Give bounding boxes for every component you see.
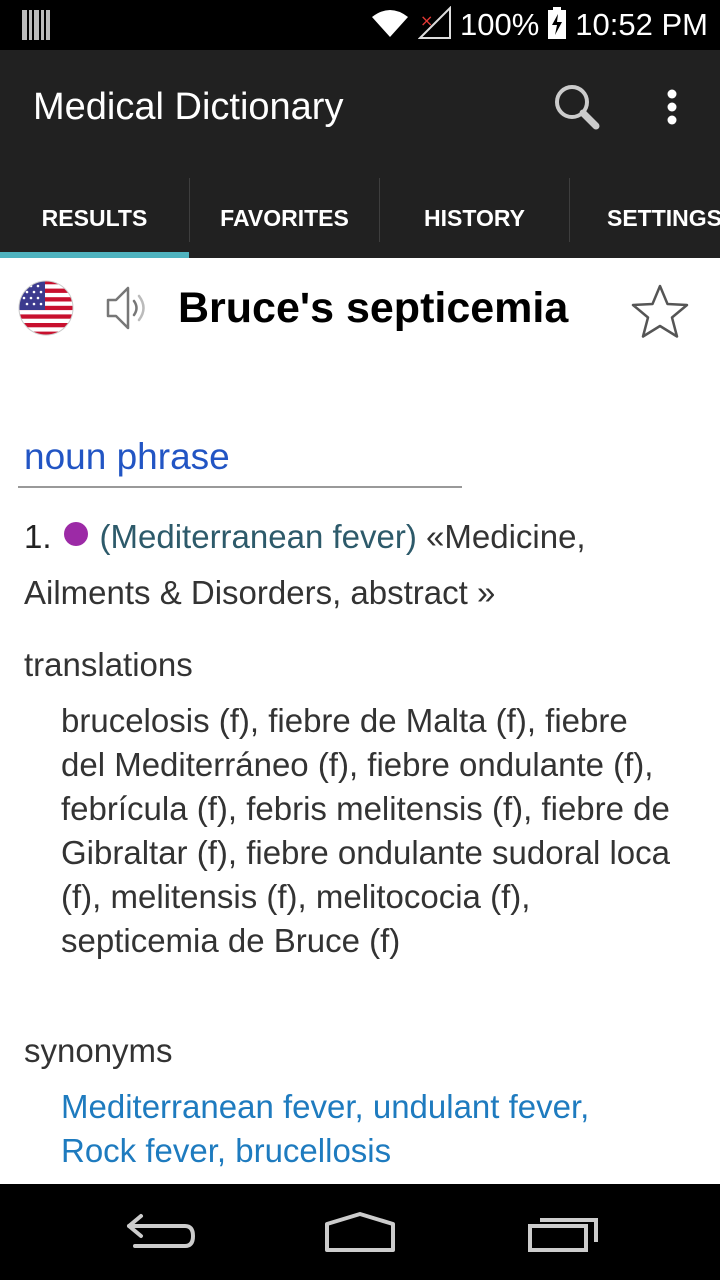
tab-history[interactable]: HISTORY <box>380 178 569 258</box>
search-icon <box>548 85 608 144</box>
wifi-icon <box>370 7 410 44</box>
synonyms-links[interactable]: Mediterranean fever, undulant fever, Roc… <box>61 1085 671 1173</box>
speaker-icon[interactable] <box>104 284 150 332</box>
entry-content[interactable]: Bruce's septicemia noun phrase 1. (Medit… <box>0 258 720 1184</box>
recent-apps-button[interactable] <box>518 1204 608 1260</box>
sense-1: 1. (Mediterranean fever) «Medicine, Ailme… <box>24 509 684 621</box>
battery-percent: 100% <box>460 7 540 42</box>
action-bar: Medical Dictionary <box>0 50 720 178</box>
overflow-menu-button[interactable] <box>650 80 694 140</box>
app-title: Medical Dictionary <box>33 86 344 128</box>
part-of-speech: noun phrase <box>24 436 230 477</box>
us-flag-icon[interactable] <box>18 280 74 336</box>
synonyms-label: synonyms <box>24 1032 173 1069</box>
tab-results[interactable]: RESULTS <box>0 178 189 258</box>
search-button[interactable] <box>548 80 608 140</box>
sense-number: 1. <box>24 518 52 555</box>
recent-apps-icon <box>518 1218 608 1264</box>
home-icon <box>315 1212 405 1264</box>
tab-settings[interactable]: SETTINGS <box>570 178 720 258</box>
home-button[interactable] <box>315 1204 405 1260</box>
back-button[interactable] <box>115 1204 205 1260</box>
tab-favorites[interactable]: FAVORITES <box>190 178 379 258</box>
translations-text: brucelosis (f), fiebre de Malta (f), fie… <box>61 702 670 959</box>
part-of-speech-underline <box>18 486 462 488</box>
clock: 10:52 PM <box>575 7 708 42</box>
no-signal-icon: × <box>417 5 452 45</box>
tab-bar: RESULTS FAVORITES HISTORY SETTINGS <box>0 178 720 258</box>
svg-text:×: × <box>420 11 433 30</box>
status-bar: × 100% 10:52 PM <box>0 0 720 50</box>
navigation-bar <box>0 1184 720 1280</box>
barcode-icon <box>22 10 50 45</box>
overflow-menu-icon <box>650 89 694 144</box>
star-outline-icon[interactable] <box>630 282 690 342</box>
sense-synonym-gloss[interactable]: (Mediterranean fever) <box>100 518 417 555</box>
sense-category-dot <box>63 522 88 546</box>
battery-charging-icon <box>547 6 567 44</box>
translations-label: translations <box>24 646 193 683</box>
back-icon <box>115 1214 205 1264</box>
